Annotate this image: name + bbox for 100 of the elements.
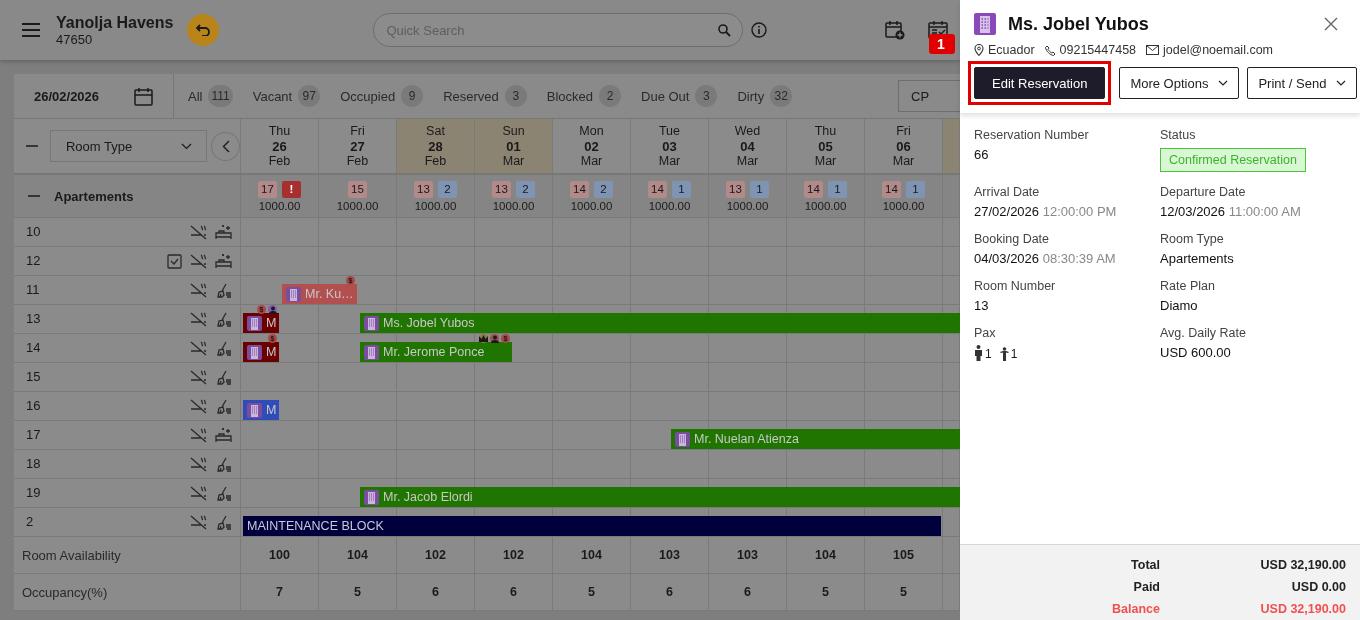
building-icon [675, 431, 690, 447]
no-smoking-icon [190, 398, 207, 414]
field-label: Departure Date [1160, 185, 1247, 199]
filter-label[interactable]: Reserved [443, 88, 499, 104]
filter-label[interactable]: Dirty [737, 88, 765, 104]
chevron-icon [181, 142, 193, 150]
total-value: USD 32,190.00 [1259, 602, 1346, 616]
weekday: Fri [896, 123, 911, 139]
summary-value: 6 [510, 585, 517, 599]
count-badge: 17 [258, 180, 277, 198]
hotel-name: Yanolja Havens [56, 13, 174, 32]
field-value: 27/02/2026 12:00:00 PM [974, 204, 1118, 219]
filter-count: 2 [599, 85, 622, 107]
filter-count: 111 [208, 85, 233, 107]
room-type-select[interactable]: Room Type [49, 130, 208, 162]
day-number: 02 [584, 138, 599, 154]
filter-label[interactable]: Vacant [252, 88, 293, 104]
field-label: Arrival Date [974, 185, 1041, 199]
summary-value: 102 [425, 548, 446, 562]
month: Feb [268, 153, 291, 169]
weekday: Wed [734, 123, 761, 139]
field-label: Booking Date [974, 232, 1051, 246]
guest-name: Mr. Nuelan Atienza [694, 432, 799, 446]
summary-value: 104 [581, 548, 602, 562]
no-smoking-icon [190, 282, 207, 298]
filter-count: 32 [770, 85, 793, 107]
undo-button[interactable] [187, 14, 220, 46]
summary-value: 6 [432, 585, 439, 599]
rate-text: 1000.00 [804, 199, 847, 212]
summary-value: 7 [276, 585, 283, 599]
no-smoking-icon [190, 224, 207, 240]
building-icon [364, 344, 379, 360]
rate-text: 1000.00 [726, 199, 769, 212]
no-smoking-icon [190, 340, 207, 356]
edit-button[interactable]: Edit Reservation [974, 67, 1106, 99]
summary-label: Room Availability [22, 547, 121, 563]
filter-label[interactable]: Due Out [641, 88, 690, 104]
month: Feb [346, 153, 369, 169]
total-label: Balance [1111, 602, 1160, 616]
info-icon[interactable] [751, 22, 768, 38]
room-number: 12 [26, 253, 41, 268]
status-badge: Confirmed Reservation [1160, 148, 1306, 172]
field-value: 04/03/2026 08:30:39 AM [974, 251, 1117, 266]
filter-label[interactable]: Blocked [546, 88, 594, 104]
calendar-icon[interactable] [134, 86, 153, 106]
search-icon[interactable] [718, 24, 732, 37]
month: Feb [424, 153, 447, 169]
count-badge: 13 [726, 180, 745, 198]
guest-name: Ms. Jobel Yubos [1008, 13, 1149, 35]
building-icon [247, 402, 262, 418]
month: Mar [814, 153, 837, 169]
guest-name: M [266, 316, 277, 330]
filter-label[interactable]: Occupied [340, 88, 396, 104]
no-smoking-icon [190, 427, 207, 443]
field-label: Status [1160, 128, 1197, 142]
guest-name: MAINTENANCE BLOCK [247, 519, 384, 533]
crown-icon [479, 334, 488, 343]
menu-button[interactable]: More Options [1119, 67, 1240, 99]
count-badge: 2 [594, 180, 613, 198]
menu-button[interactable]: Print / Send [1247, 67, 1358, 99]
total-value: USD 0.00 [1290, 580, 1346, 594]
step-badge: 1 [929, 34, 955, 54]
chevron-left-icon [221, 139, 230, 153]
summary-value: 105 [893, 548, 914, 562]
room-number: 19 [26, 485, 41, 500]
field-label: Rate Plan [1160, 279, 1216, 293]
no-smoking-icon [190, 253, 207, 269]
count-badge: 1 [672, 180, 691, 198]
no-smoking-icon [190, 456, 207, 472]
calendar-plus-icon[interactable] [885, 20, 905, 40]
weekday: Tue [658, 123, 681, 139]
menu-icon[interactable] [22, 23, 40, 37]
rate-text: 1000.00 [882, 199, 925, 212]
summary-value: 5 [588, 585, 595, 599]
weekday: Sat [426, 123, 445, 139]
close-icon[interactable] [1324, 17, 1338, 31]
building-icon [364, 315, 379, 331]
building-icon [247, 344, 262, 360]
rate-text: 1000.00 [492, 199, 535, 212]
filter-label[interactable]: All [188, 88, 203, 104]
child-count: 1 [1010, 347, 1018, 361]
field-value: 13 [974, 298, 990, 313]
guest-name: Ms. Jobel Yubos [383, 316, 475, 330]
phone-text: 09215447458 [1059, 43, 1137, 57]
filter-count: 9 [401, 85, 424, 107]
undo-icon [196, 24, 211, 36]
month: Mar [736, 153, 759, 169]
rate-text: 1000.00 [414, 199, 457, 212]
count-badge: 13 [492, 180, 511, 198]
total-label: Paid [1132, 580, 1160, 594]
day-number: 05 [818, 138, 833, 154]
field-value: 12/03/2026 11:00:00 AM [1160, 204, 1302, 219]
child-icon [999, 347, 1009, 361]
count-badge: 14 [648, 180, 667, 198]
phone-icon [1044, 44, 1056, 56]
day-number: 28 [428, 138, 443, 154]
total-label: Total [1130, 558, 1160, 572]
count-badge: 1 [828, 180, 847, 198]
room-number: 14 [26, 340, 41, 355]
summary-value: 5 [822, 585, 829, 599]
